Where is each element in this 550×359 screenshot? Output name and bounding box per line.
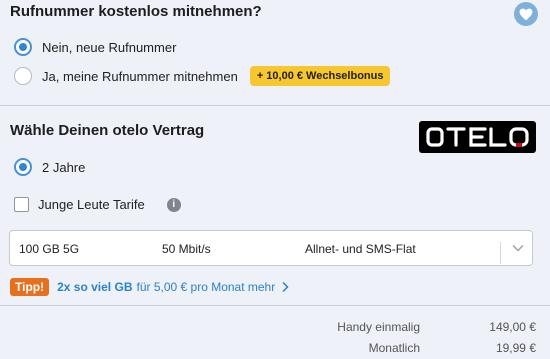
tip-text[interactable]: für 5,00 € pro Monat mehr xyxy=(136,280,275,294)
option-keep-number[interactable]: Ja, meine Rufnummer mitnehmen + 10,00 € … xyxy=(14,66,391,86)
option-new-number-label: Nein, neue Rufnummer xyxy=(42,39,177,55)
young-tariff-label: Junge Leute Tarife xyxy=(38,197,145,212)
option-duration-label: 2 Jahre xyxy=(42,159,86,175)
select-separator xyxy=(500,242,501,264)
otelo-logo-mark xyxy=(425,127,529,147)
number-port-title: Rufnummer kostenlos mitnehmen? xyxy=(10,3,262,20)
option-new-number[interactable]: Nein, neue Rufnummer xyxy=(14,38,176,56)
tariff-select[interactable]: 100 GB 5G 50 Mbit/s Allnet- und SMS-Flat xyxy=(9,230,533,266)
price-value: 149,00 € xyxy=(489,320,536,334)
otelo-logo xyxy=(419,121,536,153)
info-icon[interactable]: i xyxy=(166,197,181,212)
tip-badge: Tipp! xyxy=(10,278,50,296)
radio-new-number[interactable] xyxy=(14,38,32,56)
price-label: Monatlich xyxy=(368,341,420,355)
price-divider xyxy=(0,305,550,306)
option-keep-number-label: Ja, meine Rufnummer mitnehmen xyxy=(42,68,238,84)
price-value: 19,99 € xyxy=(495,341,536,355)
option-duration-24[interactable]: 2 Jahre xyxy=(14,158,85,176)
tariff-speed: 50 Mbit/s xyxy=(162,242,211,256)
radio-duration-24[interactable] xyxy=(14,158,32,176)
price-label: Handy einmalig xyxy=(337,320,420,334)
tariff-data-volume: 100 GB 5G xyxy=(19,242,80,256)
chevron-right-icon xyxy=(282,281,289,293)
favorite-button[interactable] xyxy=(514,2,538,26)
radio-keep-number[interactable] xyxy=(14,67,32,85)
contract-title: Wähle Deinen otelo Vertrag xyxy=(10,122,205,139)
tip-row[interactable]: Tipp! 2x so viel GB für 5,00 € pro Monat… xyxy=(10,278,289,296)
tip-highlight[interactable]: 2x so viel GB xyxy=(57,280,132,294)
chevron-down-icon xyxy=(512,244,524,252)
section-divider xyxy=(0,105,550,106)
bonus-badge: + 10,00 € Wechselbonus xyxy=(249,66,391,86)
young-tariff-row[interactable]: Junge Leute Tarife i xyxy=(14,197,181,212)
tariff-flat: Allnet- und SMS-Flat xyxy=(305,242,416,256)
young-tariff-checkbox[interactable] xyxy=(14,197,29,212)
heart-icon xyxy=(519,8,533,20)
